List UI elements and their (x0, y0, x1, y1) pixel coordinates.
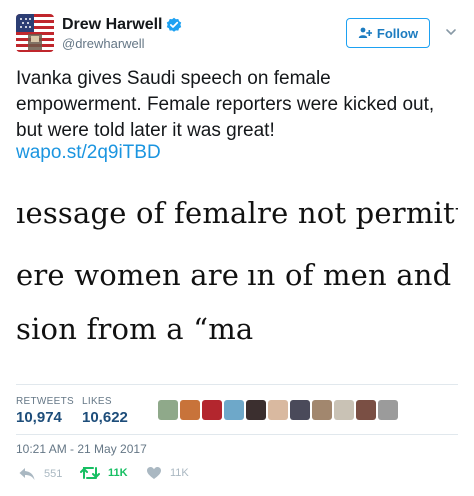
author-display-name[interactable]: Drew Harwell (62, 16, 162, 34)
tweet-text: Ivanka gives Saudi speech on female empo… (16, 68, 435, 141)
likes-count: 10,622 (82, 409, 128, 426)
liker-avatar[interactable] (356, 400, 376, 420)
liker-avatar[interactable] (312, 400, 332, 420)
image-text-line: ere women are ın of men and (16, 258, 452, 292)
retweet-count: 11K (108, 467, 128, 479)
author-handle[interactable]: @drewharwell (62, 36, 145, 51)
likes-stat[interactable]: LIKES 10,622 (82, 396, 128, 426)
image-text-line: sion from a “ma (16, 312, 254, 346)
liker-avatar[interactable] (224, 400, 244, 420)
chevron-down-icon[interactable] (445, 26, 457, 38)
tweet-actions: 551 11K 11K (16, 466, 458, 488)
verified-badge-icon (167, 17, 182, 32)
follow-button-label: Follow (376, 25, 419, 41)
follow-user-icon (358, 27, 372, 38)
reply-button[interactable]: 551 (18, 466, 62, 482)
retweets-count: 10,974 (16, 409, 62, 426)
liker-avatar[interactable] (246, 400, 266, 420)
liker-avatar[interactable] (180, 400, 200, 420)
retweet-icon (80, 467, 100, 479)
retweets-label: RETWEETS (16, 396, 74, 407)
liker-avatar[interactable] (334, 400, 354, 420)
retweets-stat[interactable]: RETWEETS 10,974 (16, 396, 74, 426)
image-text-line: ıessage of femalre not permitt (16, 196, 458, 230)
like-count: 11K (170, 467, 189, 479)
liker-avatar[interactable] (202, 400, 222, 420)
retweet-button[interactable]: 11K (80, 466, 128, 480)
likes-label: LIKES (82, 396, 112, 407)
reply-count: 551 (44, 468, 63, 480)
tweet-link[interactable]: wapo.st/2q9iTBD (16, 140, 161, 166)
tweet-header: Drew Harwell @drewharwell Follow (16, 14, 458, 54)
liker-avatar[interactable] (268, 400, 288, 420)
like-button[interactable]: 11K (146, 466, 189, 480)
flag-avatar (16, 14, 54, 52)
tweet-timestamp[interactable]: 10:21 AM - 21 May 2017 (16, 442, 147, 456)
author-avatar[interactable] (16, 14, 54, 52)
liker-avatar[interactable] (158, 400, 178, 420)
heart-icon (147, 467, 161, 479)
liker-avatar[interactable] (378, 400, 398, 420)
author-name-row: Drew Harwell (62, 16, 182, 34)
follow-button[interactable]: Follow (346, 18, 430, 48)
divider (16, 434, 458, 435)
liker-avatar[interactable] (290, 400, 310, 420)
divider (16, 384, 458, 385)
engagement-stats: RETWEETS 10,974 LIKES 10,622 (16, 396, 458, 430)
liker-avatars (158, 400, 400, 420)
attached-image[interactable]: ıessage of femalre not permitt ere women… (16, 180, 458, 364)
reply-icon (19, 468, 35, 480)
